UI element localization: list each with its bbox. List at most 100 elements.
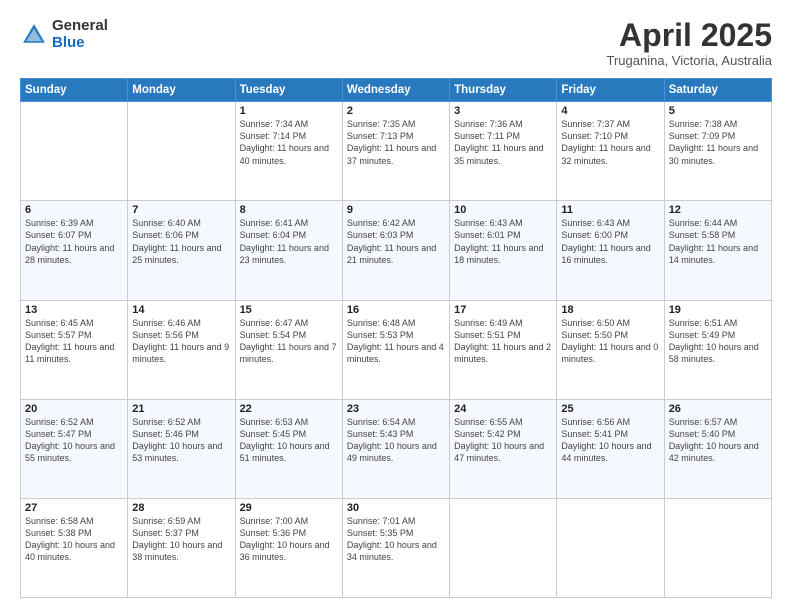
day-info: Sunrise: 6:47 AM Sunset: 5:54 PM Dayligh… xyxy=(240,317,338,366)
calendar-header-row: Sunday Monday Tuesday Wednesday Thursday… xyxy=(21,79,772,102)
day-number: 8 xyxy=(240,204,338,216)
col-wednesday: Wednesday xyxy=(342,79,449,102)
day-info: Sunrise: 7:38 AM Sunset: 7:09 PM Dayligh… xyxy=(669,118,767,167)
day-info: Sunrise: 6:56 AM Sunset: 5:41 PM Dayligh… xyxy=(561,416,659,465)
table-cell: 8Sunrise: 6:41 AM Sunset: 6:04 PM Daylig… xyxy=(235,201,342,300)
day-number: 26 xyxy=(669,403,767,415)
logo: General Blue xyxy=(20,18,108,51)
table-cell: 21Sunrise: 6:52 AM Sunset: 5:46 PM Dayli… xyxy=(128,399,235,498)
day-info: Sunrise: 6:42 AM Sunset: 6:03 PM Dayligh… xyxy=(347,217,445,266)
logo-icon xyxy=(20,21,48,49)
table-cell: 27Sunrise: 6:58 AM Sunset: 5:38 PM Dayli… xyxy=(21,498,128,597)
day-number: 23 xyxy=(347,403,445,415)
week-row-3: 13Sunrise: 6:45 AM Sunset: 5:57 PM Dayli… xyxy=(21,300,772,399)
table-cell xyxy=(128,102,235,201)
table-cell: 11Sunrise: 6:43 AM Sunset: 6:00 PM Dayli… xyxy=(557,201,664,300)
day-number: 15 xyxy=(240,304,338,316)
day-info: Sunrise: 6:44 AM Sunset: 5:58 PM Dayligh… xyxy=(669,217,767,266)
table-cell: 19Sunrise: 6:51 AM Sunset: 5:49 PM Dayli… xyxy=(664,300,771,399)
col-friday: Friday xyxy=(557,79,664,102)
day-number: 22 xyxy=(240,403,338,415)
day-number: 16 xyxy=(347,304,445,316)
day-info: Sunrise: 7:35 AM Sunset: 7:13 PM Dayligh… xyxy=(347,118,445,167)
day-number: 29 xyxy=(240,502,338,514)
col-saturday: Saturday xyxy=(664,79,771,102)
table-cell: 17Sunrise: 6:49 AM Sunset: 5:51 PM Dayli… xyxy=(450,300,557,399)
table-cell: 22Sunrise: 6:53 AM Sunset: 5:45 PM Dayli… xyxy=(235,399,342,498)
table-cell: 29Sunrise: 7:00 AM Sunset: 5:36 PM Dayli… xyxy=(235,498,342,597)
day-number: 9 xyxy=(347,204,445,216)
page: General Blue April 2025 Truganina, Victo… xyxy=(0,0,792,612)
day-number: 18 xyxy=(561,304,659,316)
table-cell: 5Sunrise: 7:38 AM Sunset: 7:09 PM Daylig… xyxy=(664,102,771,201)
day-number: 13 xyxy=(25,304,123,316)
day-info: Sunrise: 6:43 AM Sunset: 6:01 PM Dayligh… xyxy=(454,217,552,266)
col-thursday: Thursday xyxy=(450,79,557,102)
logo-blue: Blue xyxy=(52,35,108,52)
day-info: Sunrise: 7:34 AM Sunset: 7:14 PM Dayligh… xyxy=(240,118,338,167)
day-info: Sunrise: 7:01 AM Sunset: 5:35 PM Dayligh… xyxy=(347,515,445,564)
day-number: 3 xyxy=(454,105,552,117)
day-info: Sunrise: 7:36 AM Sunset: 7:11 PM Dayligh… xyxy=(454,118,552,167)
day-info: Sunrise: 6:51 AM Sunset: 5:49 PM Dayligh… xyxy=(669,317,767,366)
day-number: 30 xyxy=(347,502,445,514)
calendar-table: Sunday Monday Tuesday Wednesday Thursday… xyxy=(20,78,772,598)
day-number: 21 xyxy=(132,403,230,415)
table-cell xyxy=(21,102,128,201)
day-number: 1 xyxy=(240,105,338,117)
col-monday: Monday xyxy=(128,79,235,102)
table-cell: 4Sunrise: 7:37 AM Sunset: 7:10 PM Daylig… xyxy=(557,102,664,201)
day-info: Sunrise: 6:53 AM Sunset: 5:45 PM Dayligh… xyxy=(240,416,338,465)
day-info: Sunrise: 6:55 AM Sunset: 5:42 PM Dayligh… xyxy=(454,416,552,465)
table-cell: 15Sunrise: 6:47 AM Sunset: 5:54 PM Dayli… xyxy=(235,300,342,399)
table-cell xyxy=(450,498,557,597)
table-cell: 26Sunrise: 6:57 AM Sunset: 5:40 PM Dayli… xyxy=(664,399,771,498)
day-number: 24 xyxy=(454,403,552,415)
table-cell xyxy=(664,498,771,597)
table-cell: 16Sunrise: 6:48 AM Sunset: 5:53 PM Dayli… xyxy=(342,300,449,399)
day-number: 19 xyxy=(669,304,767,316)
table-cell: 14Sunrise: 6:46 AM Sunset: 5:56 PM Dayli… xyxy=(128,300,235,399)
week-row-5: 27Sunrise: 6:58 AM Sunset: 5:38 PM Dayli… xyxy=(21,498,772,597)
day-number: 6 xyxy=(25,204,123,216)
day-number: 27 xyxy=(25,502,123,514)
day-info: Sunrise: 6:45 AM Sunset: 5:57 PM Dayligh… xyxy=(25,317,123,366)
day-info: Sunrise: 6:46 AM Sunset: 5:56 PM Dayligh… xyxy=(132,317,230,366)
table-cell: 10Sunrise: 6:43 AM Sunset: 6:01 PM Dayli… xyxy=(450,201,557,300)
day-info: Sunrise: 6:59 AM Sunset: 5:37 PM Dayligh… xyxy=(132,515,230,564)
day-number: 25 xyxy=(561,403,659,415)
day-number: 14 xyxy=(132,304,230,316)
day-number: 11 xyxy=(561,204,659,216)
logo-text: General Blue xyxy=(52,18,108,51)
table-cell: 9Sunrise: 6:42 AM Sunset: 6:03 PM Daylig… xyxy=(342,201,449,300)
month-title: April 2025 xyxy=(607,18,772,53)
table-cell: 1Sunrise: 7:34 AM Sunset: 7:14 PM Daylig… xyxy=(235,102,342,201)
day-info: Sunrise: 7:00 AM Sunset: 5:36 PM Dayligh… xyxy=(240,515,338,564)
week-row-2: 6Sunrise: 6:39 AM Sunset: 6:07 PM Daylig… xyxy=(21,201,772,300)
day-info: Sunrise: 6:54 AM Sunset: 5:43 PM Dayligh… xyxy=(347,416,445,465)
day-number: 4 xyxy=(561,105,659,117)
table-cell: 3Sunrise: 7:36 AM Sunset: 7:11 PM Daylig… xyxy=(450,102,557,201)
table-cell: 18Sunrise: 6:50 AM Sunset: 5:50 PM Dayli… xyxy=(557,300,664,399)
day-info: Sunrise: 6:48 AM Sunset: 5:53 PM Dayligh… xyxy=(347,317,445,366)
table-cell: 2Sunrise: 7:35 AM Sunset: 7:13 PM Daylig… xyxy=(342,102,449,201)
day-info: Sunrise: 6:52 AM Sunset: 5:47 PM Dayligh… xyxy=(25,416,123,465)
table-cell: 28Sunrise: 6:59 AM Sunset: 5:37 PM Dayli… xyxy=(128,498,235,597)
day-info: Sunrise: 6:52 AM Sunset: 5:46 PM Dayligh… xyxy=(132,416,230,465)
logo-general: General xyxy=(52,18,108,35)
day-info: Sunrise: 7:37 AM Sunset: 7:10 PM Dayligh… xyxy=(561,118,659,167)
day-number: 20 xyxy=(25,403,123,415)
week-row-4: 20Sunrise: 6:52 AM Sunset: 5:47 PM Dayli… xyxy=(21,399,772,498)
table-cell: 13Sunrise: 6:45 AM Sunset: 5:57 PM Dayli… xyxy=(21,300,128,399)
day-info: Sunrise: 6:57 AM Sunset: 5:40 PM Dayligh… xyxy=(669,416,767,465)
day-info: Sunrise: 6:50 AM Sunset: 5:50 PM Dayligh… xyxy=(561,317,659,366)
table-cell: 20Sunrise: 6:52 AM Sunset: 5:47 PM Dayli… xyxy=(21,399,128,498)
table-cell: 30Sunrise: 7:01 AM Sunset: 5:35 PM Dayli… xyxy=(342,498,449,597)
table-cell: 12Sunrise: 6:44 AM Sunset: 5:58 PM Dayli… xyxy=(664,201,771,300)
header: General Blue April 2025 Truganina, Victo… xyxy=(20,18,772,68)
day-info: Sunrise: 6:41 AM Sunset: 6:04 PM Dayligh… xyxy=(240,217,338,266)
day-info: Sunrise: 6:43 AM Sunset: 6:00 PM Dayligh… xyxy=(561,217,659,266)
table-cell xyxy=(557,498,664,597)
day-number: 17 xyxy=(454,304,552,316)
table-cell: 24Sunrise: 6:55 AM Sunset: 5:42 PM Dayli… xyxy=(450,399,557,498)
